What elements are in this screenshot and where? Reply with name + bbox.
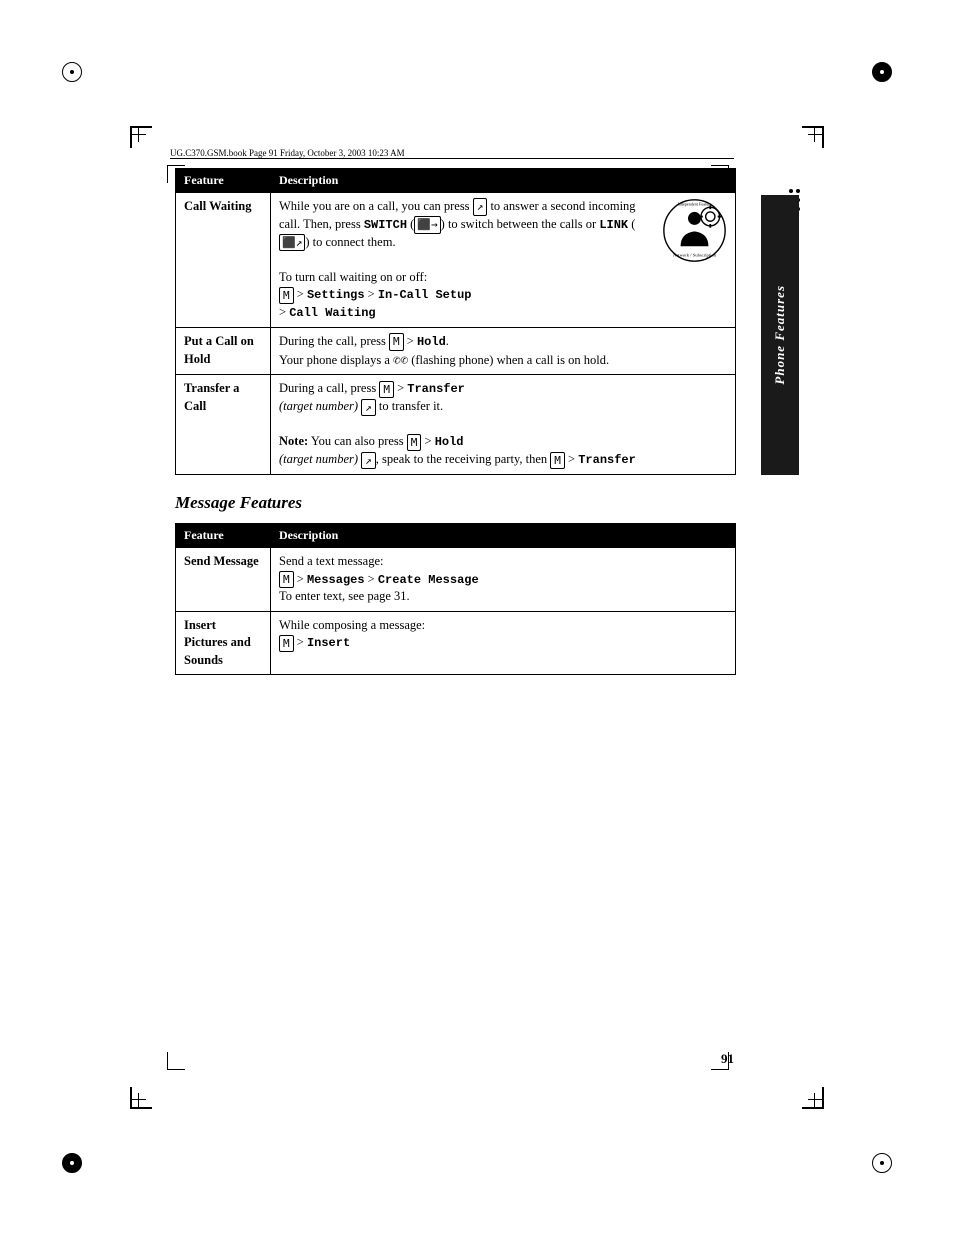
side-tab: Phone Features xyxy=(761,195,799,475)
page-number: 91 xyxy=(721,1051,734,1067)
send-message-description: Send a text message: M > Messages > Crea… xyxy=(271,548,736,612)
msg-col-header-description: Description xyxy=(271,524,736,548)
insert-description: While composing a message: M > Insert xyxy=(271,611,736,675)
col-header-feature: Feature xyxy=(176,169,271,193)
content-area: Feature Description Call Waiting xyxy=(175,168,736,1080)
transfer-feature: Transfer a Call xyxy=(176,375,271,475)
send-message-feature: Send Message xyxy=(176,548,271,612)
transfer-description: During a call, press M > Transfer (targe… xyxy=(271,375,736,475)
crosshair-tr xyxy=(808,128,822,142)
side-tab-text: Phone Features xyxy=(772,285,788,385)
message-features-title: Message Features xyxy=(175,493,736,513)
hold-description: During the call, press M > Hold. Your ph… xyxy=(271,328,736,375)
crosshair-tl xyxy=(132,128,146,142)
phone-features-table: Feature Description Call Waiting xyxy=(175,168,736,475)
col-header-description: Description xyxy=(271,169,736,193)
reg-mark-tr xyxy=(872,62,892,82)
call-waiting-feature: Call Waiting xyxy=(176,193,271,328)
page-container: UG.C370.GSM.book Page 91 Friday, October… xyxy=(0,0,954,1235)
table-row: Insert Pictures and Sounds While composi… xyxy=(176,611,736,675)
svg-text:Independent Feature: Independent Feature xyxy=(677,201,711,206)
reg-mark-tl xyxy=(62,62,82,82)
insert-feature: Insert Pictures and Sounds xyxy=(176,611,271,675)
crosshair-bl xyxy=(132,1093,146,1107)
table-row: Send Message Send a text message: M > Me… xyxy=(176,548,736,612)
reg-mark-bl xyxy=(62,1153,82,1173)
crosshair-br xyxy=(808,1093,822,1107)
header-rule xyxy=(170,158,734,159)
msg-col-header-feature: Feature xyxy=(176,524,271,548)
message-features-table: Feature Description Send Message Send a … xyxy=(175,523,736,675)
table-row: Put a Call on Hold During the call, pres… xyxy=(176,328,736,375)
svg-text:Network / Subscription: Network / Subscription xyxy=(673,254,717,259)
reg-mark-br xyxy=(872,1153,892,1173)
network-subscriber-icon: Network / Subscription Independent Featu… xyxy=(662,198,727,263)
table-row: Call Waiting xyxy=(176,193,736,328)
hold-feature: Put a Call on Hold xyxy=(176,328,271,375)
table-row: Transfer a Call During a call, press M >… xyxy=(176,375,736,475)
file-info-header: UG.C370.GSM.book Page 91 Friday, October… xyxy=(170,148,784,158)
call-waiting-description: Network / Subscription Independent Featu… xyxy=(271,193,736,328)
file-info-text: UG.C370.GSM.book Page 91 Friday, October… xyxy=(170,148,405,158)
